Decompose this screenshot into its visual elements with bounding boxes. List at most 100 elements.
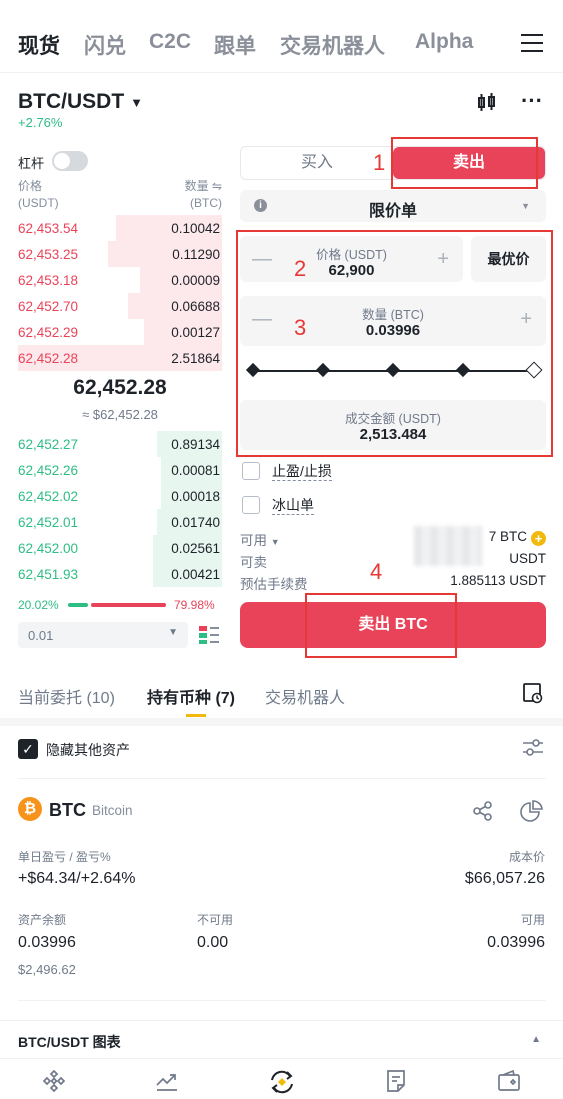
fee-row: 预估手续费 1.885113 USDT	[240, 573, 546, 592]
hide-other-assets-checkbox[interactable]: ✓	[18, 739, 38, 759]
chart-label: BTC/USDT 图表	[18, 1034, 121, 1050]
pnl-value: +$64.34/+2.64%	[18, 870, 136, 887]
unavailable-label: 不可用	[197, 913, 234, 927]
asset-available-value: 0.03996	[487, 934, 545, 951]
row-price: 62,452.00	[18, 541, 79, 556]
orderbook-layout-icon[interactable]	[198, 625, 220, 645]
tpsl-label[interactable]: 止盈/止损	[272, 462, 332, 481]
bid-row[interactable]: 62,452.01 0.01740	[18, 509, 222, 535]
iceberg-checkbox[interactable]	[242, 496, 260, 514]
row-price: 62,453.18	[18, 273, 79, 288]
annotation-box-1	[391, 137, 538, 189]
pair-selector[interactable]: BTC/USDT ▼	[18, 90, 143, 114]
row-qty: 0.00421	[171, 567, 220, 582]
ask-row[interactable]: 62,453.54 0.10042	[18, 215, 222, 241]
chevron-up-icon: ▲	[531, 1034, 541, 1045]
bottom-navigation	[0, 1058, 563, 1099]
nav-tab-trading-bots[interactable]: 交易机器人	[280, 30, 385, 60]
balance-fiat: $2,496.62	[18, 962, 76, 977]
ask-row[interactable]: 62,453.25 0.11290	[18, 241, 222, 267]
iceberg-label[interactable]: 冰山单	[272, 496, 314, 515]
tab-open-orders[interactable]: 当前委托 (10)	[18, 684, 115, 708]
row-price: 62,452.28	[18, 351, 79, 366]
chart-toggle-bar[interactable]: BTC/USDT 图表 ▲	[0, 1020, 563, 1058]
markets-icon[interactable]	[155, 1069, 181, 1093]
tab-holdings[interactable]: 持有币种 (7)	[147, 684, 235, 708]
balance-label: 资产余额	[18, 913, 67, 927]
bid-row[interactable]: 62,452.26 0.00081	[18, 457, 222, 483]
bid-row[interactable]: 62,452.02 0.00018	[18, 483, 222, 509]
nav-divider	[0, 72, 563, 73]
divider	[18, 778, 546, 779]
ask-row[interactable]: 62,452.70 0.06688	[18, 293, 222, 319]
depth-select[interactable]: 0.01 ▼	[18, 622, 188, 648]
divider	[18, 1000, 546, 1001]
sellable-row: 可卖 USDT	[240, 551, 546, 570]
row-qty: 0.11290	[172, 247, 220, 262]
ob-qty-header[interactable]: 数量 ⇋ (BTC)	[150, 178, 222, 212]
pnl-label: 单日盈亏 / 盈亏%	[18, 850, 111, 864]
ask-row[interactable]: 62,453.18 0.00009	[18, 267, 222, 293]
nav-tab-alpha[interactable]: Alpha	[415, 30, 473, 54]
section-divider	[0, 718, 563, 726]
bid-row[interactable]: 62,451.93 0.00421	[18, 561, 222, 587]
trade-icon[interactable]	[268, 1069, 294, 1094]
leverage-toggle[interactable]	[52, 151, 88, 171]
chevron-down-icon: ▼	[521, 201, 530, 211]
available-label[interactable]: 可用 ▼	[240, 529, 280, 549]
filter-settings-icon[interactable]	[522, 738, 544, 763]
bid-row[interactable]: 62,452.00 0.02561	[18, 535, 222, 561]
share-icon[interactable]	[472, 800, 494, 827]
tpsl-checkbox[interactable]	[242, 462, 260, 480]
redacted-balance	[414, 526, 482, 566]
mid-price[interactable]: 62,452.28	[0, 376, 240, 400]
asset-name: Bitcoin	[92, 803, 133, 818]
asset-available-label: 可用	[520, 913, 545, 927]
sellable-value: USDT	[509, 551, 546, 566]
unavailable-value: 0.00	[197, 934, 229, 951]
cost-value: $66,057.26	[464, 870, 545, 887]
order-type-select[interactable]: i 限价单 ▼	[240, 190, 546, 222]
wallet-icon[interactable]	[497, 1069, 523, 1093]
row-price: 62,452.29	[18, 325, 79, 340]
order-history-icon[interactable]	[522, 682, 544, 709]
ask-row[interactable]: 62,452.29 0.00127	[18, 319, 222, 345]
leverage-label: 杠杆	[18, 156, 45, 171]
nav-tab-copy-trading[interactable]: 跟单	[214, 30, 256, 60]
fee-value: 1.885113 USDT	[450, 573, 546, 588]
pie-chart-icon[interactable]	[519, 800, 543, 829]
nav-tab-convert[interactable]: 闪兑	[84, 30, 126, 60]
nav-tab-spot[interactable]: 现货	[18, 30, 60, 60]
row-price: 62,452.70	[18, 299, 79, 314]
annotation-box-2-3	[236, 230, 553, 457]
add-funds-icon[interactable]: +	[531, 531, 546, 546]
more-icon[interactable]: ···	[521, 88, 543, 114]
bid-row[interactable]: 62,452.27 0.89134	[18, 431, 222, 457]
ask-row[interactable]: 62,452.28 2.51864	[18, 345, 222, 371]
row-qty: 0.02561	[171, 541, 220, 556]
caret-down-icon: ▼	[130, 94, 144, 110]
futures-icon[interactable]	[384, 1069, 410, 1093]
active-tab-indicator	[186, 714, 206, 717]
available-value: 7 BTC	[488, 529, 527, 544]
row-qty: 0.00009	[171, 273, 220, 288]
row-qty: 0.00018	[171, 489, 220, 504]
hide-other-assets-label[interactable]: 隐藏其他资产	[46, 740, 130, 760]
row-price: 62,452.26	[18, 463, 79, 478]
asset-symbol: BTC	[49, 800, 86, 820]
menu-icon[interactable]	[521, 34, 543, 52]
chart-candles-icon[interactable]	[476, 92, 498, 120]
row-price: 62,452.01	[18, 515, 79, 530]
row-qty: 0.89134	[171, 437, 220, 452]
available-row: 可用 ▼ 7 BTC +	[240, 529, 546, 549]
annotation-label-3: 3	[294, 315, 307, 340]
nav-tab-c2c[interactable]: C2C	[149, 30, 191, 54]
row-price: 62,452.27	[18, 437, 79, 452]
cost-label: 成本价	[508, 850, 545, 864]
buy-tab[interactable]: 买入	[241, 147, 393, 179]
annotation-label-4: 4	[370, 559, 383, 584]
annotation-label-2: 2	[294, 256, 307, 281]
bitcoin-icon: ₿	[18, 797, 42, 821]
home-icon[interactable]	[42, 1069, 68, 1093]
tab-trading-bots[interactable]: 交易机器人	[265, 684, 345, 708]
